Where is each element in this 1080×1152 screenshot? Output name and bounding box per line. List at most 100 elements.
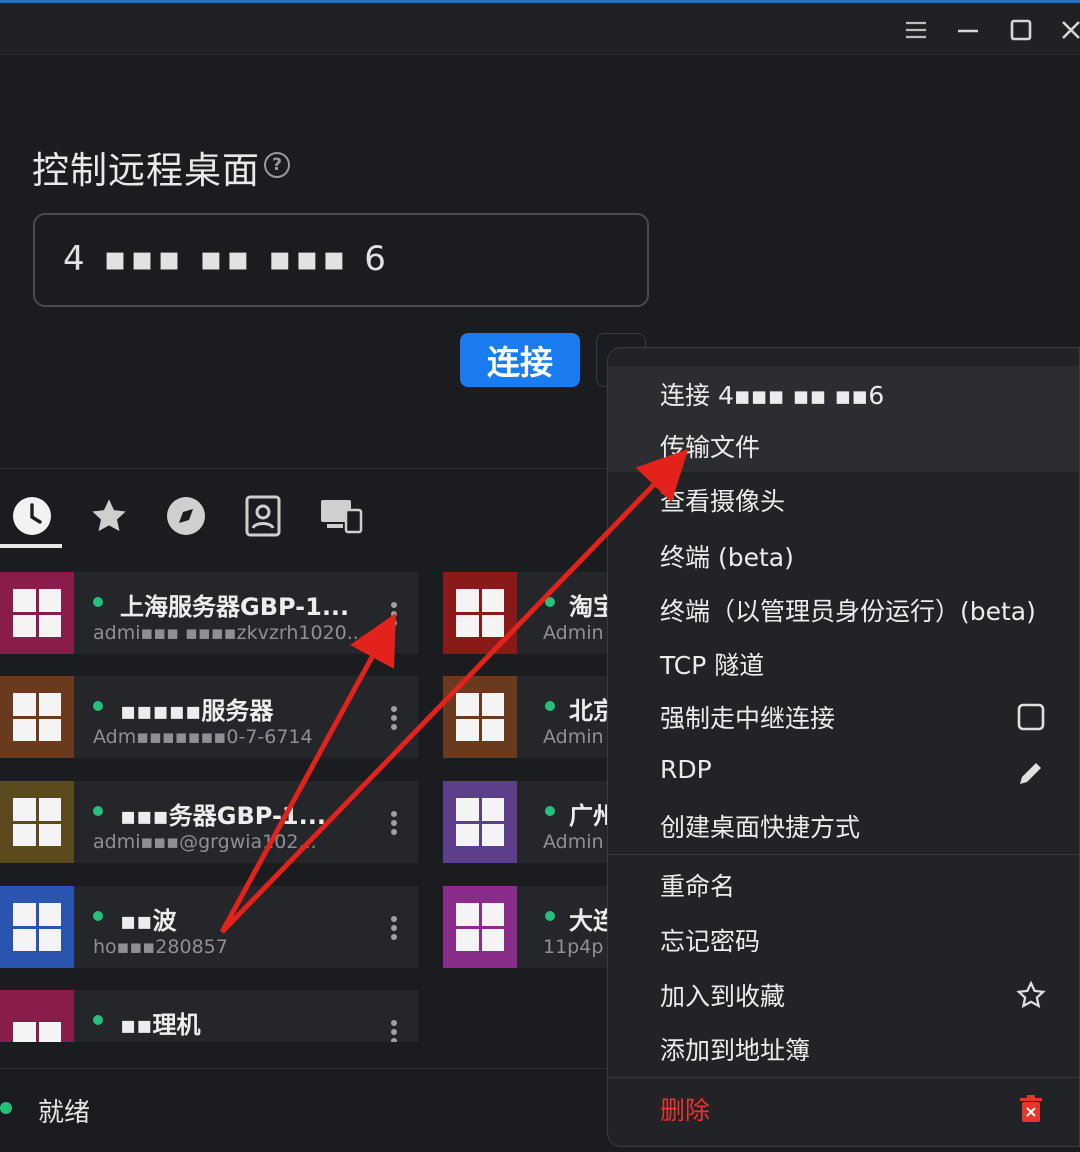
menu-item-rdp[interactable]: RDP: [608, 745, 1079, 799]
pencil-icon[interactable]: [1016, 758, 1046, 788]
peer-card[interactable]: ▪▪▪▪▪服务器 Adm▪▪▪▪▪▪▪0-7-6714: [0, 676, 418, 758]
contact-icon: [245, 495, 281, 537]
online-status-dot: [93, 701, 103, 711]
peer-username: admi▪▪▪@grgwia102...: [93, 831, 317, 853]
help-icon[interactable]: ?: [264, 152, 290, 178]
peer-card[interactable]: 淘宝 Admin: [443, 572, 617, 654]
star-icon: [92, 499, 126, 532]
more-options-icon[interactable]: [390, 811, 398, 835]
online-status-dot: [93, 911, 103, 921]
peer-os-tile: [0, 781, 74, 863]
peer-card[interactable]: 上海服务器GBP-1... admi▪▪▪ ▪▪▪▪zkvzrh1020...: [0, 572, 418, 654]
windows-icon: [13, 693, 61, 741]
online-status-dot: [93, 597, 103, 607]
peer-card[interactable]: 北京 Admin: [443, 676, 617, 758]
peer-card[interactable]: 大连 11p4p: [443, 886, 617, 968]
menu-divider: [608, 1077, 1079, 1078]
tab-discovered[interactable]: [163, 493, 209, 539]
menu-item-add-address-book[interactable]: 添加到地址簿: [608, 1021, 1079, 1075]
compass-icon: [167, 497, 205, 535]
trash-icon[interactable]: [1016, 1094, 1046, 1124]
peer-name: ▪▪波: [120, 907, 177, 935]
status-dot: [0, 1102, 12, 1114]
status-divider: [0, 1068, 690, 1069]
menu-item-label: 终端（以管理员身份运行）(beta): [660, 597, 1036, 626]
peer-username: 11p4p: [543, 936, 604, 958]
peer-os-tile: [0, 676, 74, 758]
minimize-icon[interactable]: [955, 17, 981, 43]
menu-item-label: 重命名: [660, 872, 736, 901]
menu-item-label: 加入到收藏: [660, 982, 786, 1011]
peer-card[interactable]: ▪▪波 ho▪▪▪280857: [0, 886, 418, 968]
devices-icon: [321, 500, 363, 534]
menu-item-delete[interactable]: 删除: [608, 1081, 1079, 1135]
menu-item-view-camera[interactable]: 查看摄像头: [608, 472, 1079, 526]
star-outline-icon[interactable]: [1016, 980, 1046, 1010]
peer-name: 上海服务器GBP-1...: [120, 593, 350, 621]
menu-item-forget-password[interactable]: 忘记密码: [608, 912, 1079, 966]
peer-username: admi▪▪▪ ▪▪▪▪zkvzrh1020...: [93, 622, 365, 644]
menu-item-label: RDP: [660, 755, 712, 784]
status-text: 就绪: [38, 1098, 91, 1128]
online-status-dot: [545, 911, 555, 921]
more-options-icon[interactable]: [390, 602, 398, 626]
menu-item-label: 查看摄像头: [660, 487, 786, 516]
peer-os-tile: [0, 990, 74, 1042]
hamburger-icon[interactable]: [903, 17, 929, 43]
peer-os-tile: [443, 781, 517, 863]
peer-card[interactable]: ▪▪理机: [0, 990, 418, 1042]
peer-os-tile: [443, 886, 517, 968]
tab-recent[interactable]: [9, 493, 55, 539]
menu-item-rename[interactable]: 重命名: [608, 857, 1079, 911]
online-status-dot: [93, 806, 103, 816]
title-bar: [0, 0, 1080, 54]
menu-item-label: 创建桌面快捷方式: [660, 813, 861, 842]
windows-icon: [13, 589, 61, 637]
peer-username: ho▪▪▪280857: [93, 936, 228, 958]
clock-icon: [13, 497, 51, 535]
peer-os-tile: [443, 676, 517, 758]
connect-button[interactable]: 连接: [460, 333, 580, 387]
online-status-dot: [93, 1015, 103, 1025]
more-options-icon[interactable]: [390, 1020, 398, 1042]
tab-favorites[interactable]: [86, 493, 132, 539]
menu-item-terminal-admin[interactable]: 终端（以管理员身份运行）(beta): [608, 582, 1079, 636]
menu-item-add-favorite[interactable]: 加入到收藏: [608, 967, 1079, 1021]
close-icon[interactable]: [1058, 17, 1080, 43]
menu-item-transfer-file[interactable]: 传输文件: [608, 418, 1079, 472]
online-status-dot: [545, 806, 555, 816]
windows-icon: [13, 1022, 61, 1042]
peer-os-tile: [443, 572, 517, 654]
online-status-dot: [545, 597, 555, 607]
remote-id-input[interactable]: 4 ▪▪▪ ▪▪ ▪▪▪ 6: [33, 213, 649, 307]
tab-address-book[interactable]: [240, 493, 286, 539]
menu-item-create-shortcut[interactable]: 创建桌面快捷方式: [608, 798, 1079, 852]
active-tab-indicator: [0, 544, 62, 548]
peer-name: ▪▪▪务器GBP-1...: [120, 802, 326, 830]
checkbox-icon[interactable]: [1016, 702, 1046, 732]
panel-title: 控制远程桌面: [32, 149, 260, 192]
remote-id-value: 4 ▪▪▪ ▪▪ ▪▪▪ 6: [63, 239, 390, 279]
tab-accessible-devices[interactable]: [318, 493, 364, 539]
peer-context-menu: 连接 4▪▪▪ ▪▪ ▪▪6 传输文件 查看摄像头 终端 (beta) 终端（以…: [607, 347, 1080, 1147]
maximize-icon[interactable]: [1008, 17, 1034, 43]
more-options-icon[interactable]: [390, 706, 398, 730]
menu-item-terminal[interactable]: 终端 (beta): [608, 528, 1079, 582]
windows-icon: [456, 798, 504, 846]
more-options-icon[interactable]: [390, 916, 398, 940]
menu-item-label: TCP 隧道: [660, 651, 765, 680]
menu-item-connect[interactable]: 连接 4▪▪▪ ▪▪ ▪▪6: [608, 366, 1079, 420]
menu-item-label: 忘记密码: [660, 927, 761, 956]
windows-icon: [13, 903, 61, 951]
peer-username: Admin: [543, 622, 604, 644]
menu-item-label: 终端 (beta): [660, 543, 794, 572]
menu-item-label: 删除: [660, 1096, 711, 1125]
menu-item-label: 传输文件: [660, 433, 761, 462]
peer-card[interactable]: ▪▪▪务器GBP-1... admi▪▪▪@grgwia102...: [0, 781, 418, 863]
peer-card[interactable]: 广州 Admin: [443, 781, 617, 863]
windows-icon: [456, 589, 504, 637]
menu-item-force-relay[interactable]: 强制走中继连接: [608, 689, 1079, 743]
menu-item-tcp-tunnel[interactable]: TCP 隧道: [608, 636, 1079, 690]
peer-name: ▪▪理机: [120, 1011, 201, 1039]
peer-username: Adm▪▪▪▪▪▪▪0-7-6714: [93, 726, 313, 748]
